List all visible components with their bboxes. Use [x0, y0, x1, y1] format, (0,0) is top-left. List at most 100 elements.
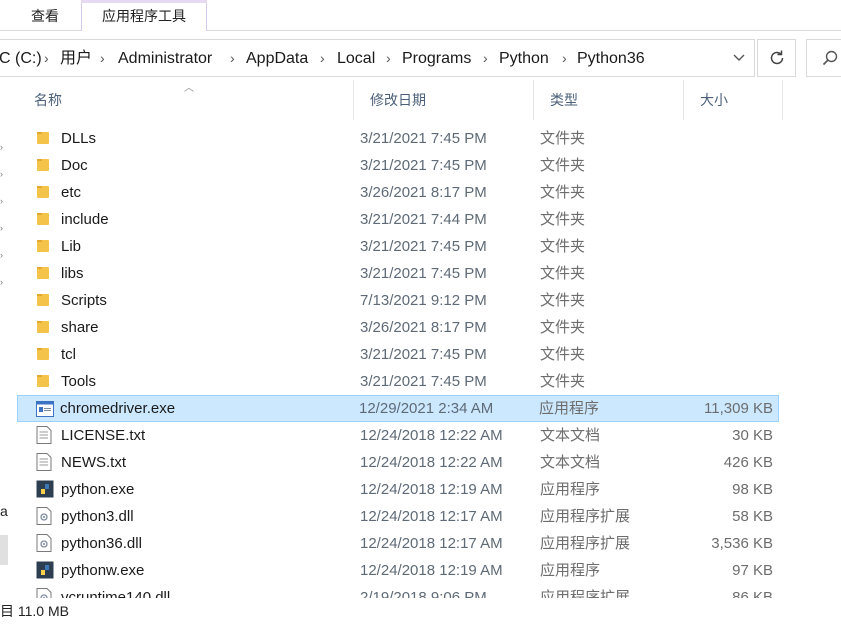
file-name: NEWS.txt [61, 454, 127, 471]
file-name: python36.dll [61, 535, 142, 552]
file-name: chromedriver.exe [60, 400, 176, 417]
folder-icon [36, 260, 56, 287]
search-icon [822, 50, 838, 66]
nav-scrollbar[interactable] [0, 535, 8, 565]
navigation-pane[interactable]: › › › › › › a [0, 80, 10, 615]
file-name: tcl [61, 346, 76, 363]
file-type: 文件夹 [540, 373, 586, 390]
table-row[interactable]: Doc 3/21/2021 7:45 PM 文件夹 [18, 152, 778, 179]
file-type: 文本文档 [540, 427, 601, 444]
expand-arrow-icon[interactable]: › [0, 196, 3, 206]
file-size: 426 KB [723, 454, 773, 471]
breadcrumb-drive[interactable]: C (C:) [0, 40, 42, 76]
table-row[interactable]: share 3/26/2021 8:17 PM 文件夹 [18, 314, 778, 341]
file-name: Scripts [61, 292, 107, 309]
file-date-modified: 12/24/2018 12:17 AM [360, 535, 503, 552]
table-row[interactable]: python36.dll 12/24/2018 12:17 AM 应用程序扩展 3,5… [18, 530, 778, 557]
file-date-modified: 12/24/2018 12:19 AM [360, 562, 503, 579]
column-size[interactable]: 大小 [684, 80, 783, 120]
ribbon-tabs: 查看 应用程序工具 [0, 0, 841, 31]
breadcrumb-python[interactable]: Python [499, 40, 549, 76]
expand-arrow-icon[interactable]: › [0, 250, 3, 260]
file-type: 文件夹 [540, 130, 586, 147]
file-date-modified: 12/24/2018 12:22 AM [360, 454, 503, 471]
file-name: pythonw.exe [61, 562, 145, 579]
file-name: etc [61, 184, 82, 201]
address-bar[interactable]: C (C:) › 用户 › Administrator › AppData › … [0, 39, 755, 77]
refresh-button[interactable] [757, 39, 796, 77]
file-date-modified: 3/21/2021 7:45 PM [360, 238, 487, 255]
expand-arrow-icon[interactable]: › [0, 223, 3, 233]
table-row[interactable]: NEWS.txt 12/24/2018 12:22 AM 文本文档 426 KB [18, 449, 778, 476]
file-size: 3,536 KB [711, 535, 773, 552]
breadcrumb-appdata[interactable]: AppData [246, 40, 308, 76]
table-row[interactable]: Lib 3/21/2021 7:45 PM 文件夹 [18, 233, 778, 260]
status-bar: 目 11.0 MB [0, 598, 841, 619]
file-name: include [61, 211, 109, 228]
dll-icon [36, 503, 56, 530]
file-date-modified: 3/21/2021 7:45 PM [360, 157, 487, 174]
file-type: 文件夹 [540, 238, 586, 255]
breadcrumb-separator-icon[interactable]: › [44, 40, 49, 76]
breadcrumb-administrator[interactable]: Administrator [118, 40, 212, 76]
column-header: 名称 ︿ 修改日期 类型 大小 [18, 80, 783, 120]
table-row-selected[interactable]: chromedriver.exe 12/29/2021 2:34 AM 应用程序 11… [17, 395, 779, 422]
file-date-modified: 12/24/2018 12:17 AM [360, 508, 503, 525]
file-type: 文件夹 [540, 319, 586, 336]
breadcrumb-local[interactable]: Local [337, 40, 375, 76]
breadcrumb-separator-icon[interactable]: › [100, 40, 105, 76]
search-box[interactable] [806, 39, 841, 77]
file-size: 11,309 KB [704, 400, 773, 417]
breadcrumb-separator-icon[interactable]: › [483, 40, 488, 76]
nav-item-fragment[interactable]: a [0, 503, 8, 519]
tab-view[interactable]: 查看 [14, 0, 76, 30]
file-type: 应用程序 [540, 562, 601, 579]
breadcrumb-python36[interactable]: Python36 [577, 40, 645, 76]
expand-arrow-icon[interactable]: › [0, 142, 3, 152]
tab-application-tools[interactable]: 应用程序工具 [81, 0, 207, 31]
expand-arrow-icon[interactable]: › [0, 277, 3, 287]
file-type: 文件夹 [540, 265, 586, 282]
file-type: 文件夹 [540, 346, 586, 363]
breadcrumb-separator-icon[interactable]: › [386, 40, 391, 76]
file-name: LICENSE.txt [61, 427, 146, 444]
file-size: 98 KB [732, 481, 773, 498]
breadcrumb-separator-icon[interactable]: › [320, 40, 325, 76]
file-date-modified: 3/21/2021 7:45 PM [360, 130, 487, 147]
table-row[interactable]: LICENSE.txt 12/24/2018 12:22 AM 文本文档 30 KB [18, 422, 778, 449]
table-row[interactable]: libs 3/21/2021 7:45 PM 文件夹 [18, 260, 778, 287]
refresh-icon [770, 50, 783, 65]
python-icon [36, 476, 56, 503]
folder-icon [36, 233, 56, 260]
file-type: 应用程序 [539, 400, 600, 417]
table-row[interactable]: Tools 3/21/2021 7:45 PM 文件夹 [18, 368, 778, 395]
exe-icon [36, 396, 56, 423]
text-file-icon [36, 422, 56, 449]
column-type[interactable]: 类型 [534, 80, 684, 120]
file-type: 文件夹 [540, 157, 586, 174]
table-row[interactable]: DLLs 3/21/2021 7:45 PM 文件夹 [18, 125, 778, 152]
folder-icon [36, 152, 56, 179]
breadcrumb-users[interactable]: 用户 [60, 40, 92, 76]
table-row[interactable]: python.exe 12/24/2018 12:19 AM 应用程序 98 KB [18, 476, 778, 503]
table-row[interactable]: pythonw.exe 12/24/2018 12:19 AM 应用程序 97 KB [18, 557, 778, 584]
chevron-down-icon[interactable] [726, 40, 752, 76]
table-row[interactable]: Scripts 7/13/2021 9:12 PM 文件夹 [18, 287, 778, 314]
table-row[interactable]: include 3/21/2021 7:44 PM 文件夹 [18, 206, 778, 233]
file-date-modified: 3/21/2021 7:44 PM [360, 211, 487, 228]
python-icon [36, 557, 56, 584]
table-row[interactable]: etc 3/26/2021 8:17 PM 文件夹 [18, 179, 778, 206]
table-row[interactable]: python3.dll 12/24/2018 12:17 AM 应用程序扩展 58 K… [18, 503, 778, 530]
breadcrumb-separator-icon[interactable]: › [562, 40, 567, 76]
expand-arrow-icon[interactable]: › [0, 169, 3, 179]
folder-icon [36, 341, 56, 368]
file-date-modified: 3/21/2021 7:45 PM [360, 346, 487, 363]
file-date-modified: 3/26/2021 8:17 PM [360, 319, 487, 336]
breadcrumb-programs[interactable]: Programs [402, 40, 471, 76]
file-date-modified: 3/26/2021 8:17 PM [360, 184, 487, 201]
breadcrumb-separator-icon[interactable]: › [230, 40, 235, 76]
column-date-modified[interactable]: 修改日期 [354, 80, 534, 120]
table-row[interactable]: tcl 3/21/2021 7:45 PM 文件夹 [18, 341, 778, 368]
dll-icon [36, 530, 56, 557]
file-date-modified: 12/24/2018 12:19 AM [360, 481, 503, 498]
